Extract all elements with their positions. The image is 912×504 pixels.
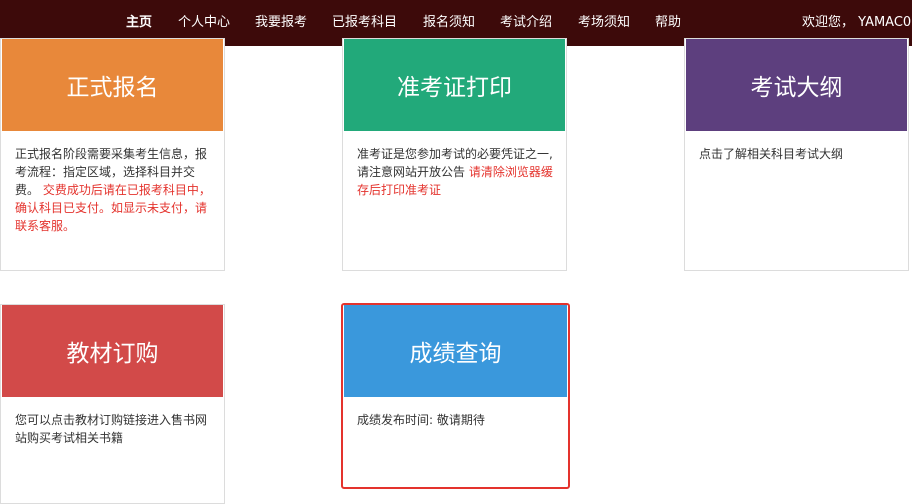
card-highlight-text: 交费成功后请在已报考科目中，确认科目已支付。如显示未支付，请联系客服。 [15,183,211,233]
nav-help[interactable]: 帮助 [655,0,681,46]
card-textbook-order[interactable]: 教材订购 您可以点击教材订购链接进入售书网站购买考试相关书籍 [0,304,225,504]
card-description: 成绩发布时间: 敬请期待 [357,411,558,429]
nav-register-exam[interactable]: 我要报考 [255,0,307,46]
card-header: 准考证打印 [344,39,565,131]
card-description: 点击了解相关科目考试大纲 [699,145,898,163]
card-title: 教材订购 [66,341,159,367]
card-description: 您可以点击教材订购链接进入售书网站购买考试相关书籍 [15,411,214,447]
card-admission-ticket-print[interactable]: 准考证打印 准考证是您参加考试的必要凭证之一,请注意网站开放公告 请清除浏览器缓… [342,38,567,271]
card-header: 教材订购 [2,305,223,397]
card-title: 正式报名 [66,75,159,101]
card-header: 正式报名 [2,39,223,131]
card-text: 成绩发布时间: 敬请期待 [357,413,485,427]
card-text: 您可以点击教材订购链接进入售书网站购买考试相关书籍 [15,413,208,445]
card-score-query[interactable]: 成绩查询 成绩发布时间: 敬请期待 [341,303,570,489]
card-title: 成绩查询 [409,341,502,367]
card-text: 点击了解相关科目考试大纲 [699,147,844,161]
card-header: 成绩查询 [344,305,567,397]
nav-exam-room-notice[interactable]: 考场须知 [578,0,630,46]
card-description: 准考证是您参加考试的必要凭证之一,请注意网站开放公告 请清除浏览器缓存后打印准考… [357,145,556,199]
card-title: 考试大纲 [750,75,843,101]
card-formal-registration[interactable]: 正式报名 正式报名阶段需要采集考生信息，报考流程：指定区域，选择科目并交费。 交… [0,38,225,271]
card-header: 考试大纲 [686,39,907,131]
card-description: 正式报名阶段需要采集考生信息，报考流程：指定区域，选择科目并交费。 交费成功后请… [15,145,214,235]
card-title: 准考证打印 [397,75,512,101]
card-exam-syllabus[interactable]: 考试大纲 点击了解相关科目考试大纲 [684,38,909,271]
